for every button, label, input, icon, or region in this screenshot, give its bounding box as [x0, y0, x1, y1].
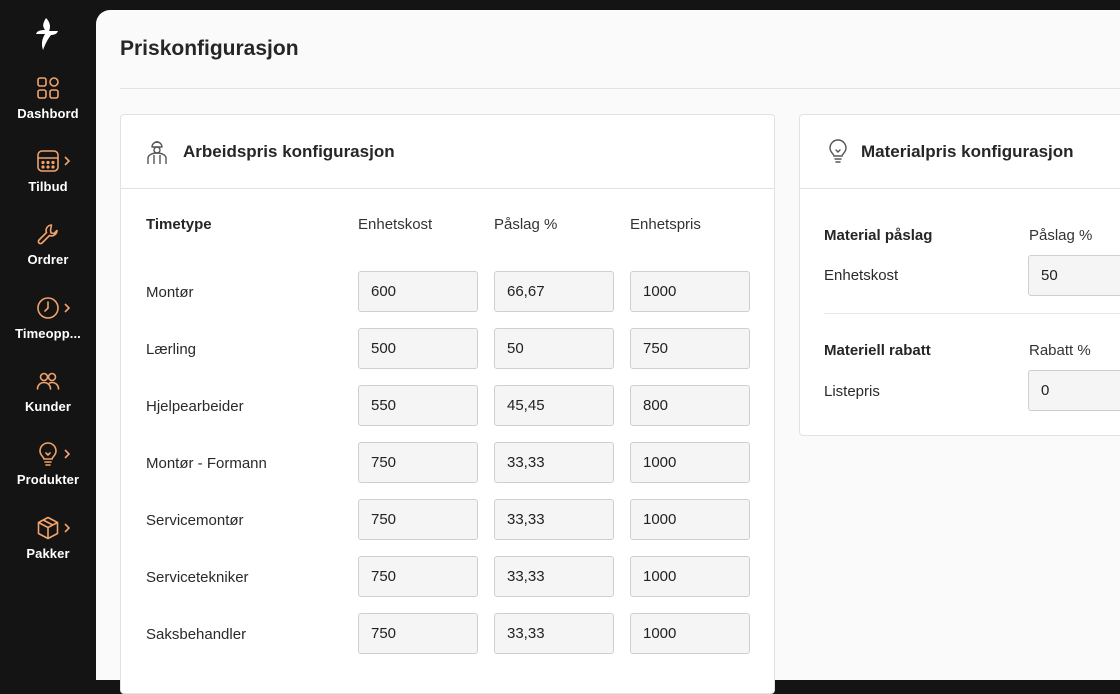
card-title: Arbeidspris konfigurasjon [183, 142, 395, 161]
chevron-right-icon[interactable] [62, 301, 72, 315]
nav-label: Dashbord [17, 106, 79, 121]
row-label-montor-formann: Montør - Formann [146, 455, 267, 472]
unit-price-input[interactable]: 800 [630, 385, 750, 426]
unit-price-input[interactable]: 1000 [630, 613, 750, 654]
lightbulb-icon [35, 441, 61, 467]
chevron-right-icon[interactable] [62, 447, 72, 461]
calculator-icon [35, 148, 61, 174]
markup-input[interactable]: 33,33 [494, 556, 614, 597]
lightbulb-icon [829, 139, 847, 163]
column-header-enhetskost: Enhetskost [358, 216, 433, 233]
unit-price-input[interactable]: 1000 [630, 499, 750, 540]
unit-price-input[interactable]: 750 [630, 328, 750, 369]
nav-item-tilbud[interactable]: Tilbud [0, 148, 96, 212]
markup-input[interactable]: 66,67 [494, 271, 614, 312]
section-heading-materiell-rabatt: Materiell rabatt [824, 342, 931, 359]
unit-cost-input[interactable]: 750 [358, 442, 478, 483]
nav-item-ordrer[interactable]: Ordrer [0, 221, 96, 285]
sidebar: Dashbord Tilbud Ordrer Timeopp... Kunder… [0, 0, 96, 666]
unit-price-input[interactable]: 1000 [630, 556, 750, 597]
markup-input[interactable]: 45,45 [494, 385, 614, 426]
unit-price-input[interactable]: 1000 [630, 271, 750, 312]
markup-input[interactable]: 50 [494, 328, 614, 369]
column-header-paslag: Påslag % [494, 216, 558, 233]
unit-price-input[interactable]: 1000 [630, 442, 750, 483]
unit-cost-input[interactable]: 600 [358, 271, 478, 312]
markup-input[interactable]: 33,33 [494, 613, 614, 654]
material-markup-input[interactable]: 50 [1028, 255, 1120, 296]
nav-label: Kunder [24, 399, 72, 414]
nav-label: Produkter [16, 472, 80, 487]
row-label-enhetskost: Enhetskost [824, 267, 899, 284]
nav-label: Pakker [26, 546, 70, 561]
labor-pricing-card: Arbeidspris konfigurasjon Timetype Enhet… [120, 114, 775, 694]
nav-label: Tilbud [28, 179, 68, 194]
markup-input[interactable]: 33,33 [494, 442, 614, 483]
page-title: Priskonfigurasjon [120, 37, 299, 60]
logo-icon[interactable] [30, 14, 62, 54]
row-label-montor: Montør [146, 284, 194, 301]
row-label-laerling: Lærling [146, 341, 197, 358]
unit-cost-input[interactable]: 750 [358, 613, 478, 654]
nav-item-produkter[interactable]: Produkter [0, 441, 96, 505]
nav-label: Ordrer [27, 252, 69, 267]
section-divider [824, 313, 1120, 314]
row-label-servicemontor: Servicemontør [146, 512, 244, 529]
nav-label: Timeopp... [15, 326, 81, 341]
nav-item-kunder[interactable]: Kunder [0, 368, 96, 432]
card-header: Arbeidspris konfigurasjon [121, 115, 774, 189]
row-label-listepris: Listepris [824, 383, 880, 400]
chevron-right-icon[interactable] [62, 154, 72, 168]
unit-cost-input[interactable]: 750 [358, 499, 478, 540]
material-pricing-card: Materialpris konfigurasjon Material påsl… [799, 114, 1120, 436]
row-label-servicetekniker: Servicetekniker [146, 569, 249, 586]
unit-cost-input[interactable]: 550 [358, 385, 478, 426]
markup-input[interactable]: 33,33 [494, 499, 614, 540]
column-header-rabatt: Rabatt % [1029, 342, 1091, 359]
column-header-enhetspris: Enhetspris [630, 216, 701, 233]
chevron-right-icon[interactable] [62, 521, 72, 535]
card-header: Materialpris konfigurasjon [800, 115, 1120, 189]
unit-cost-input[interactable]: 500 [358, 328, 478, 369]
section-heading-material-paslag: Material påslag [824, 227, 933, 244]
card-title: Materialpris konfigurasjon [861, 142, 1074, 161]
row-label-saksbehandler: Saksbehandler [146, 626, 247, 643]
clock-icon [35, 295, 61, 321]
nav-item-timeoppforing[interactable]: Timeopp... [0, 295, 96, 359]
unit-cost-input[interactable]: 750 [358, 556, 478, 597]
nav-item-pakker[interactable]: Pakker [0, 515, 96, 579]
row-label-hjelpearbeider: Hjelpearbeider [146, 398, 244, 415]
nav-item-dashbord[interactable]: Dashbord [0, 75, 96, 139]
worker-icon [147, 141, 167, 164]
users-icon [35, 368, 61, 394]
column-header-timetype: Timetype [146, 216, 212, 233]
main-content: Priskonfigurasjon Arbeidspris konfiguras… [96, 10, 1120, 694]
grid-icon [35, 75, 61, 101]
material-discount-input[interactable]: 0 [1028, 370, 1120, 411]
title-divider [120, 88, 1120, 89]
wrench-icon [35, 221, 61, 247]
package-icon [35, 515, 61, 541]
column-header-paslag: Påslag % [1029, 227, 1093, 244]
